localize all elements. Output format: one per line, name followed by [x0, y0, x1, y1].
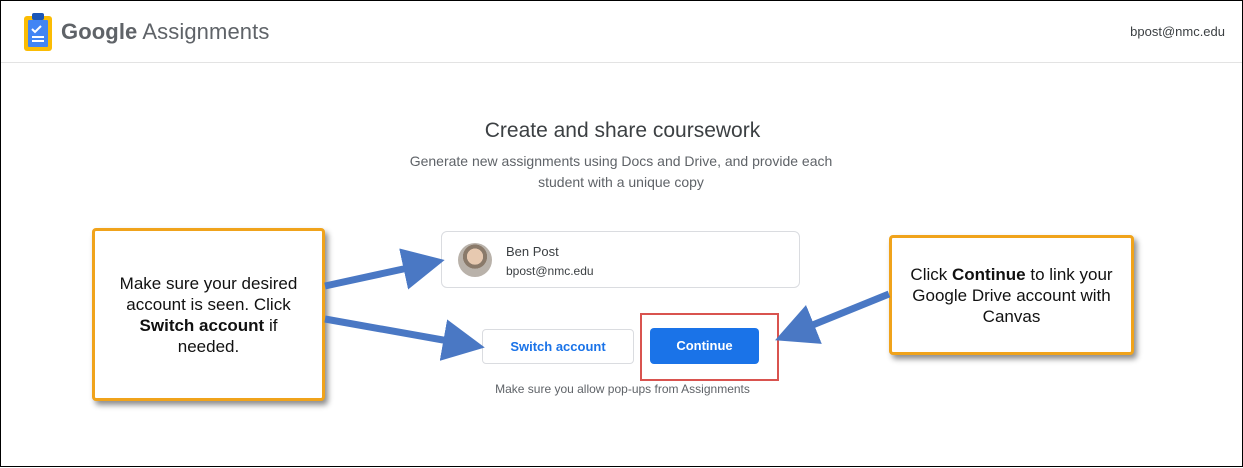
callout-switch-account: Make sure your desired account is seen. …	[92, 228, 325, 401]
callout-left-bold: Switch account	[139, 315, 265, 335]
header-account-email[interactable]: bpost@nmc.edu	[1130, 24, 1225, 39]
brand-google: Google	[61, 19, 138, 44]
callout-right-bold: Continue	[951, 264, 1026, 284]
account-card[interactable]: Ben Post bpost@nmc.edu	[441, 231, 800, 288]
avatar	[458, 243, 492, 277]
callout-right-text-1: Click	[910, 264, 952, 284]
brand-title: Google Assignments	[61, 19, 269, 45]
callout-left-text-1: Make sure your desired account is seen. …	[119, 273, 298, 314]
arrow-to-continue-button	[775, 290, 891, 344]
page-subtitle: Generate new assignments using Docs and …	[409, 153, 833, 190]
arrow-to-account-card	[324, 248, 445, 290]
switch-account-button[interactable]: Switch account	[482, 329, 634, 364]
screenshot-frame: Google Assignments bpost@nmc.edu Create …	[0, 0, 1243, 467]
account-name: Ben Post	[506, 244, 559, 259]
assignments-clipboard-icon	[24, 13, 52, 51]
brand-product: Assignments	[142, 19, 270, 44]
callout-continue: Click Continue to link your Google Drive…	[889, 235, 1134, 355]
arrow-to-switch-button	[324, 315, 485, 361]
app-header: Google Assignments bpost@nmc.edu	[1, 1, 1242, 63]
page-title: Create and share coursework	[484, 119, 761, 142]
account-email: bpost@nmc.edu	[506, 264, 594, 278]
continue-highlight-box	[640, 313, 779, 381]
